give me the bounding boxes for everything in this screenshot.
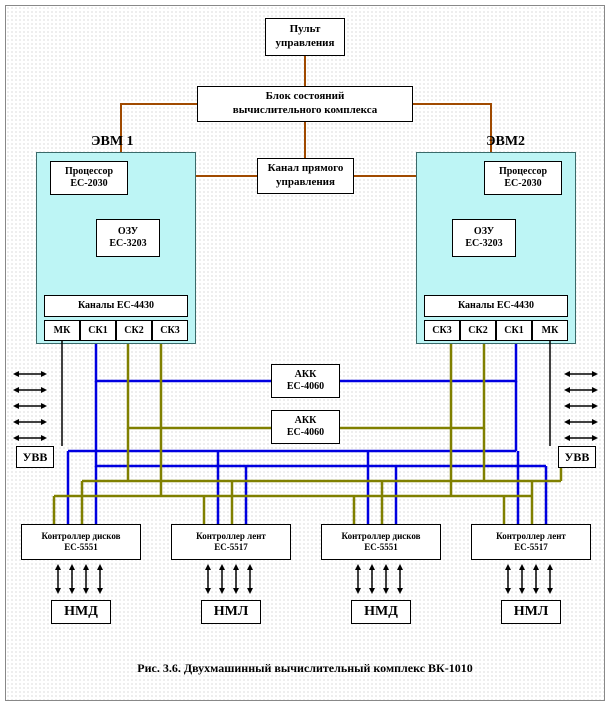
diagram-frame: Пульт управления Блок состояний вычислит…	[5, 5, 605, 701]
double-arrows	[6, 6, 606, 702]
